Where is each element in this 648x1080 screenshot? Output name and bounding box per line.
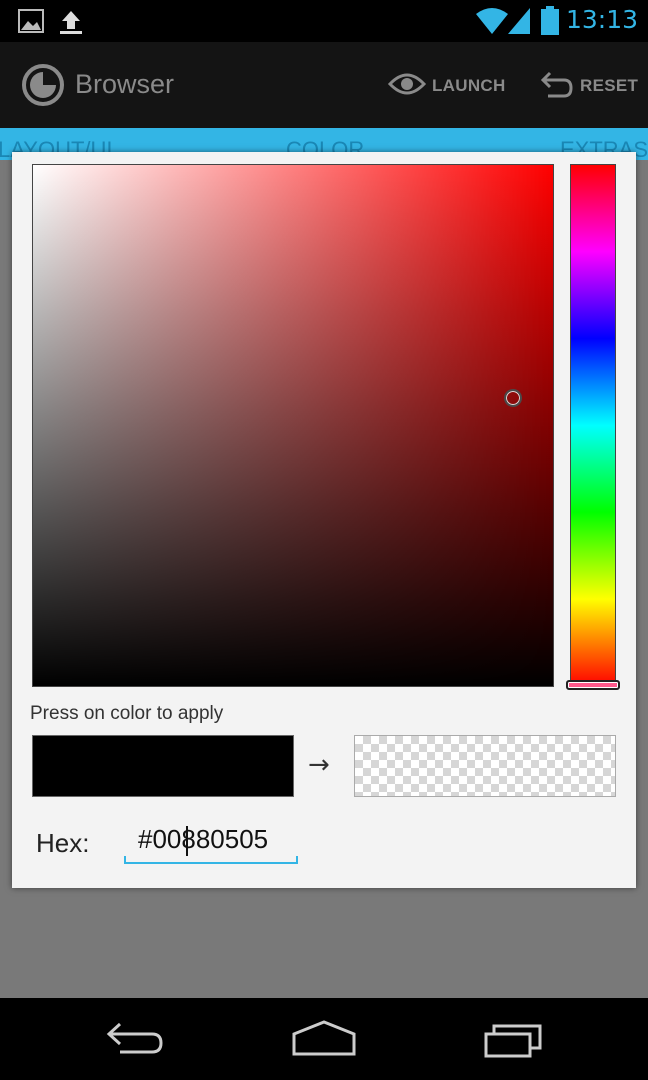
image-icon	[18, 9, 44, 37]
hue-slider-handle[interactable]	[566, 680, 620, 690]
reset-button[interactable]: RESET	[540, 66, 638, 106]
signal-icon	[506, 6, 532, 40]
status-bar: 13:13	[0, 0, 648, 42]
back-icon[interactable]	[106, 1020, 164, 1060]
home-icon[interactable]	[292, 1020, 356, 1060]
reset-label: RESET	[580, 76, 639, 95]
hex-value: #00880505	[138, 824, 269, 854]
clock: 13:13	[565, 5, 638, 34]
navigation-bar	[0, 998, 648, 1080]
undo-icon	[540, 69, 580, 104]
launch-label: LAUNCH	[432, 76, 506, 95]
hue-slider[interactable]	[570, 164, 616, 687]
hex-input-underline	[124, 862, 298, 864]
hex-input-underline-right	[296, 856, 298, 864]
arrow-icon: →	[308, 750, 330, 780]
app-icon[interactable]	[22, 64, 64, 106]
wifi-icon	[476, 6, 508, 40]
apply-hint: Press on color to apply	[30, 703, 224, 724]
hex-input[interactable]: #00880505	[124, 820, 298, 866]
app-title: Browser	[75, 69, 175, 99]
color-picker-dialog: Press on color to apply → Hex: #00880505	[12, 152, 636, 888]
hex-input-underline-left	[124, 856, 126, 864]
recent-apps-icon[interactable]	[484, 1020, 546, 1062]
color-selector-handle[interactable]	[504, 389, 522, 407]
hex-label: Hex:	[36, 828, 90, 858]
text-cursor	[186, 826, 188, 856]
launch-button[interactable]: LAUNCH	[387, 66, 506, 106]
new-color-swatch[interactable]	[354, 735, 616, 797]
saturation-value-panel[interactable]	[32, 164, 554, 687]
battery-icon	[540, 6, 560, 40]
action-bar: Browser LAUNCH RESET	[0, 42, 648, 128]
old-color-swatch[interactable]	[32, 735, 294, 797]
upload-icon	[58, 9, 84, 39]
eye-icon	[387, 70, 432, 103]
